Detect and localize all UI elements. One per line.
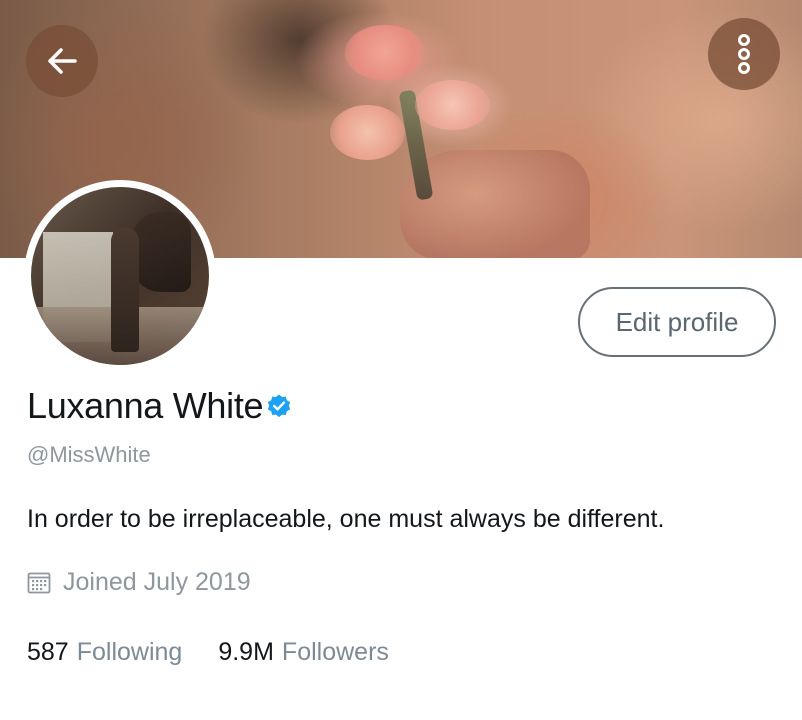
calendar-icon — [27, 572, 51, 593]
joined-date: Joined July 2019 — [63, 568, 251, 596]
followers-count: 9.9M — [218, 638, 274, 666]
avatar[interactable] — [31, 187, 209, 365]
following-link[interactable]: 587 Following — [27, 638, 182, 667]
joined-date-row: Joined July 2019 — [27, 568, 251, 597]
display-name-row: Luxanna White — [27, 385, 292, 427]
more-options-button[interactable] — [708, 18, 780, 90]
arrow-left-icon — [48, 48, 77, 74]
followers-label: Followers — [281, 638, 389, 666]
more-vertical-icon — [738, 34, 750, 74]
verified-badge-icon — [268, 394, 291, 418]
follow-stats: 587 Following 9.9M Followers — [27, 638, 389, 667]
banner-flower — [330, 105, 405, 160]
profile-bio: In order to be irreplaceable, one must a… — [27, 505, 665, 533]
banner-flower — [415, 80, 490, 130]
user-handle: @MissWhite — [27, 442, 151, 467]
edit-profile-button[interactable]: Edit profile — [578, 287, 776, 357]
display-name: Luxanna White — [27, 385, 264, 426]
back-button[interactable] — [26, 25, 98, 97]
avatar-figure — [111, 227, 139, 352]
avatar-ring — [24, 180, 216, 372]
following-label: Following — [76, 638, 183, 666]
following-count: 587 — [27, 638, 69, 666]
banner-flower — [345, 25, 425, 80]
followers-link[interactable]: 9.9M Followers — [218, 638, 389, 667]
avatar-horse — [131, 212, 191, 292]
banner-hand — [400, 150, 590, 258]
